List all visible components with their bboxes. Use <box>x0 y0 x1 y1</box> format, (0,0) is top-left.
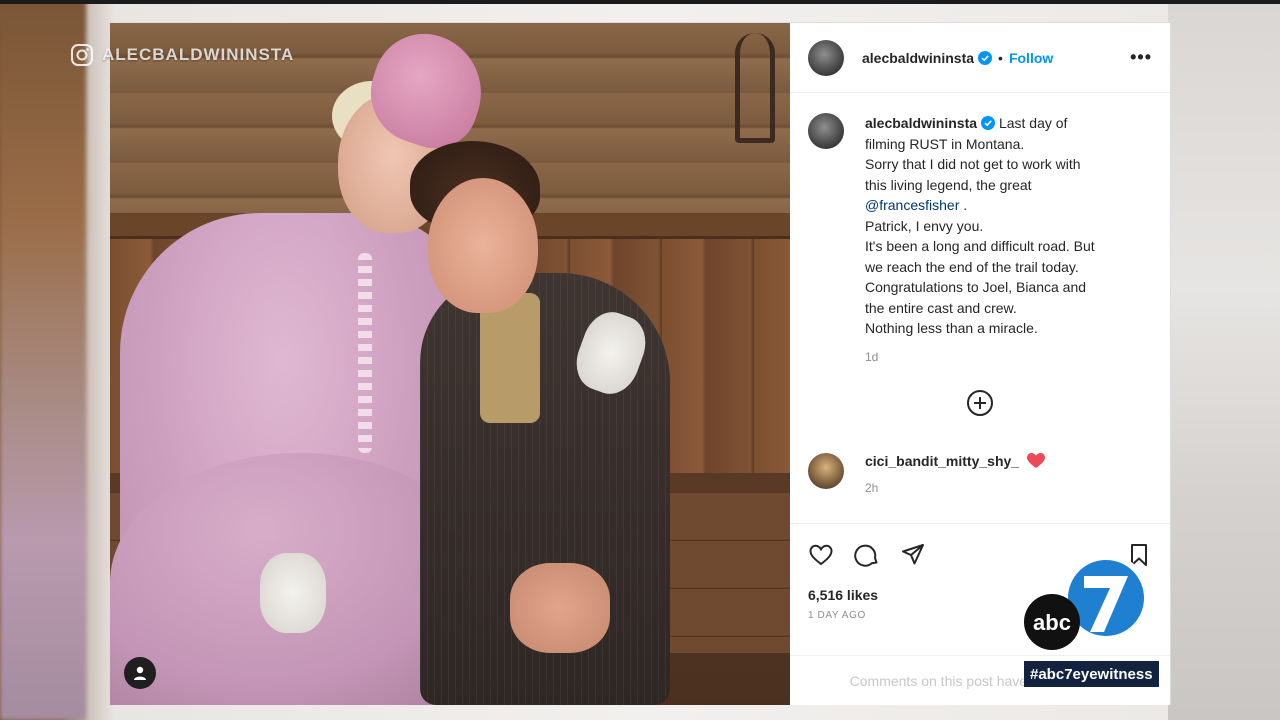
caption-line: It's been a long and difficult road. But <box>865 238 1095 254</box>
instagram-icon <box>71 44 93 66</box>
separator-dot: • <box>998 49 1003 66</box>
caption-line: the entire cast and crew. <box>865 299 1017 316</box>
comment-timestamp: 2h <box>865 481 879 495</box>
backdrop-right-blur <box>1168 0 1280 720</box>
comment-icon[interactable] <box>854 542 880 568</box>
verified-badge-icon <box>981 116 996 130</box>
red-heart-icon <box>1027 453 1046 468</box>
more-options-icon[interactable]: ••• <box>1130 47 1152 68</box>
share-icon[interactable] <box>900 542 926 568</box>
caption-line: we reach the end of the trail today. <box>865 258 1079 275</box>
tagged-users-button[interactable] <box>124 657 156 689</box>
wall-hook <box>735 33 775 143</box>
avatar[interactable] <box>808 39 844 76</box>
hashtag-banner: #abc7eyewitness <box>1024 661 1159 687</box>
caption-avatar[interactable] <box>808 113 844 149</box>
header-username[interactable]: alecbaldwininsta <box>862 50 993 66</box>
load-more-comments-icon[interactable] <box>966 389 994 417</box>
watermark-handle: ALECBALDWININSTA <box>102 45 295 64</box>
person-icon <box>134 666 146 680</box>
backdrop-left-blur <box>0 0 86 720</box>
caption-line: Last day of <box>998 115 1068 131</box>
instagram-post-card: alecbaldwininsta • Follow ••• alecbaldwi… <box>109 22 1171 705</box>
caption-line: this living legend, the great <box>865 176 1032 193</box>
post-photo <box>110 23 790 705</box>
boy-face <box>428 178 538 313</box>
mention-link[interactable]: @francesfisher <box>865 197 959 213</box>
instagram-watermark: ALECBALDWININSTA <box>70 42 294 68</box>
abc-wordmark: abc <box>1033 610 1071 635</box>
caption-username[interactable]: alecbaldwininsta <box>865 115 977 131</box>
abc7-logo: abc <box>1024 554 1150 650</box>
post-date: 1 DAY AGO <box>808 610 866 621</box>
post-caption: alecbaldwininsta Last day of filming RUS… <box>808 113 1158 367</box>
commenter-username[interactable]: cici_bandit_mitty_shy_ <box>865 453 1019 469</box>
caption-line: Nothing less than a miracle. <box>865 320 1038 336</box>
caption-line: Sorry that I did not get to work with <box>865 156 1081 172</box>
verified-badge-icon <box>978 50 993 65</box>
comment-item: cici_bandit_mitty_shy_ 2h <box>808 453 1158 495</box>
like-count[interactable]: 6,516 likes <box>808 587 878 603</box>
post-header: alecbaldwininsta • Follow ••• <box>790 23 1170 93</box>
top-strip <box>0 0 1280 4</box>
caption-line: Congratulations to Joel, Bianca and <box>865 279 1087 295</box>
follow-button[interactable]: Follow <box>1009 50 1053 66</box>
caption-timestamp: 1d <box>865 349 879 364</box>
commenter-avatar[interactable] <box>808 453 844 489</box>
heart-icon[interactable] <box>808 542 834 568</box>
caption-line: Patrick, I envy you. <box>865 217 984 234</box>
caption-line: filming RUST in Montana. <box>865 135 1025 152</box>
